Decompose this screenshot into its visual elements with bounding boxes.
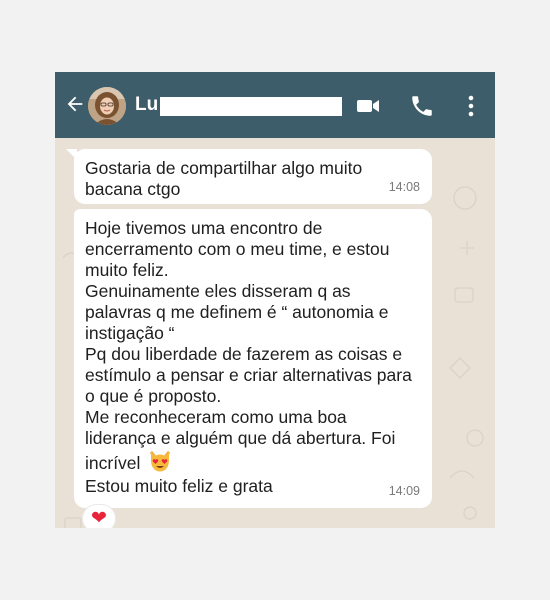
back-arrow-icon[interactable]	[64, 93, 86, 115]
message-line: instigação “	[85, 323, 175, 343]
redaction-bar	[160, 97, 342, 116]
message-line: Genuinamente eles disseram q as	[85, 281, 351, 301]
message-line: Pq dou liberdade de fazerem as coisas e	[85, 344, 403, 364]
message-bubble[interactable]: Hoje tivemos uma encontro de encerrament…	[74, 209, 432, 508]
heart-reaction-icon: ❤	[91, 508, 107, 528]
message-line: muito feliz.	[85, 260, 169, 280]
message-line: palavras q me definem é “ autonomia e	[85, 302, 389, 322]
message-time: 14:08	[388, 180, 420, 194]
message-line: Hoje tivemos uma encontro de	[85, 218, 323, 238]
chat-screen: Lu Gostaria de compartilhar algo muito b…	[55, 72, 495, 528]
avatar[interactable]	[88, 87, 126, 125]
message-line: estímulo a pensar e criar alternativas p…	[85, 365, 412, 385]
video-call-icon[interactable]	[355, 93, 381, 119]
message-line: bacana ctgo	[85, 179, 181, 199]
message-text: incrível	[85, 453, 141, 473]
more-vert-icon[interactable]	[458, 93, 484, 119]
message-line: Estou muito feliz e grata	[85, 476, 273, 496]
message-line: encerramento com o meu time, e estou	[85, 239, 390, 259]
contact-name[interactable]: Lu	[135, 94, 158, 116]
phone-icon[interactable]	[409, 93, 435, 119]
bubble-tail	[66, 149, 77, 160]
reaction-badge[interactable]: ❤	[83, 505, 115, 528]
message-line: Gostaria de compartilhar algo muito	[85, 158, 363, 178]
message-line-with-emoji: incrível	[85, 449, 420, 476]
message-line: liderança e alguém que dá abertura. Foi	[85, 428, 396, 448]
message-bubble[interactable]: Gostaria de compartilhar algo muito baca…	[66, 149, 432, 204]
chat-header: Lu	[55, 72, 495, 138]
message-line: Me reconheceram como uma boa	[85, 407, 347, 427]
message-line: o que é proposto.	[85, 386, 222, 406]
heart-eyes-cat-emoji	[150, 451, 171, 472]
message-time: 14:09	[388, 484, 420, 498]
